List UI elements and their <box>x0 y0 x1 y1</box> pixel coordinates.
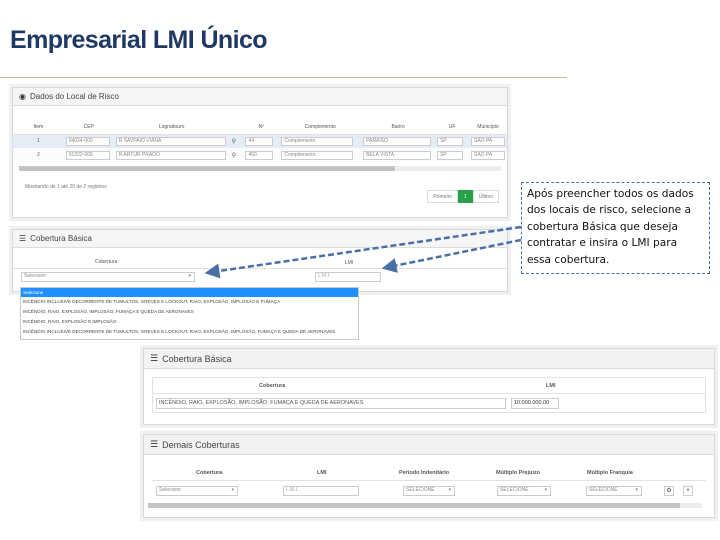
chevron-down-icon: ▾ <box>635 487 638 493</box>
risk-location-panel: ◉ Dados do Local de Risco Item CEP Logra… <box>12 87 508 218</box>
table-row[interactable]: 2 01322-000 R ARTUR PRADO ⚲ 450 Compleme… <box>13 148 507 162</box>
binoculars-icon: ◉ <box>19 92 26 101</box>
other-cobertura-select[interactable]: Selecione ▾ <box>156 486 238 496</box>
other-cobertura-select-value: Selecione <box>159 487 181 493</box>
cobertura-select-value: Selecione <box>24 273 46 279</box>
lmi-input[interactable]: L.M.I <box>315 272 381 282</box>
list-icon: ☰ <box>150 439 159 450</box>
cobertura-dropdown-list: Selecione INCÊNDIO INCLUSIVE DECORRENTE … <box>20 287 359 340</box>
franquia-select-value: SELECIONE <box>589 487 618 493</box>
cep-input[interactable]: 04024-000 <box>65 136 110 146</box>
other-lmi-input[interactable]: L.M.I. <box>283 486 359 496</box>
complemento-input[interactable]: Complemento <box>281 136 354 146</box>
column-header-numero: Nº <box>243 121 280 135</box>
column-header-municipio: Município <box>469 121 507 135</box>
column-header-cep: CEP <box>63 121 114 135</box>
other-coverages-panel-header: ☰ Demais Coberturas <box>144 435 714 455</box>
gear-icon[interactable]: ⚙ <box>664 486 674 496</box>
cobertura-field[interactable]: INCÊNDIO, RAIO, EXPLOSÃO, IMPLOSÃO, FUMA… <box>156 398 506 409</box>
pagination: Primeiro 1 Último <box>427 190 499 203</box>
basic-coverage-panel-title: Cobertura Básica <box>30 234 92 243</box>
cobertura-select[interactable]: Selecione ▾ <box>21 272 195 282</box>
column-header-cobertura: Cobertura <box>259 383 286 389</box>
dropdown-option[interactable]: INCÊNDIO INCLUSIVE DECORRENTE DE TUMULTO… <box>21 297 358 307</box>
pagination-first[interactable]: Primeiro <box>427 190 459 203</box>
dropdown-option[interactable]: Selecione <box>21 288 358 297</box>
uf-select[interactable]: SP <box>437 136 464 146</box>
numero-input[interactable]: 450 <box>245 150 274 160</box>
horizontal-scrollbar[interactable] <box>19 166 501 171</box>
basic-coverage-panel-title: Cobertura Básica <box>162 353 232 364</box>
risk-location-panel-title: Dados do Local de Risco <box>29 92 119 101</box>
add-icon[interactable]: + <box>683 486 693 496</box>
instruction-callout: Após preencher todos os dados dos locais… <box>521 182 710 274</box>
basic-coverage-panel-header: ☰ Cobertura Básica <box>13 230 507 248</box>
dropdown-option[interactable]: INCÊNDIO INCLUSIVE DECORRENTE DE TUMULTO… <box>21 327 358 337</box>
column-header-periodo: Período Indenitário <box>399 470 450 476</box>
logradouro-input[interactable]: R ARTUR PRADO <box>115 150 226 160</box>
complemento-input[interactable]: Complemento <box>281 150 354 160</box>
slide-title: Empresarial LMI Único <box>10 26 268 54</box>
horizontal-scrollbar[interactable] <box>148 503 702 508</box>
column-header-cobertura: Cobertura <box>95 259 118 265</box>
prejuizo-select-value: SELECIONE <box>500 487 529 493</box>
column-header-complemento: Complemento <box>279 121 362 135</box>
dropdown-option[interactable]: INCÊNDIO, RAIO, EXPLOSÃO E IMPLOSÃO <box>21 317 358 327</box>
periodo-select[interactable]: SELECIONE ▾ <box>403 486 455 496</box>
scrollbar-thumb[interactable] <box>19 166 395 171</box>
chevron-down-icon: ▾ <box>448 487 451 493</box>
item-cell: 1 <box>13 134 64 148</box>
basic-coverage-panel-header: ☰ Cobertura Básica <box>144 349 714 369</box>
pagination-page[interactable]: 1 <box>458 190 473 203</box>
chevron-down-icon: ▾ <box>188 273 191 279</box>
chevron-down-icon: ▾ <box>544 487 547 493</box>
chevron-down-icon: ▾ <box>231 487 234 493</box>
periodo-select-value: SELECIONE <box>406 487 435 493</box>
column-header-prejuizo: Múltiplo Prejuízo <box>496 470 540 476</box>
municipio-select[interactable]: SAO PA <box>471 150 505 160</box>
column-header-search <box>229 121 244 135</box>
column-header-franquia: Múltiplo Franquia <box>587 470 633 476</box>
scrollbar-thumb[interactable] <box>148 503 680 508</box>
logradouro-input[interactable]: R SAVPAIO VIANA <box>115 136 226 146</box>
column-header-bairro: Bairro <box>361 121 436 135</box>
item-cell: 2 <box>13 148 64 162</box>
numero-input[interactable]: 44 <box>245 136 274 146</box>
column-header-lmi: LMI <box>546 383 556 389</box>
records-info: Mostrando de 1 até 20 de 2 registros <box>25 184 107 190</box>
basic-coverage-panel: ☰ Cobertura Básica Cobertura LMI INCÊNDI… <box>143 348 715 425</box>
search-icon[interactable]: ⚲ <box>232 138 236 145</box>
basic-coverage-panel-small: ☰ Cobertura Básica Cobertura LMI Selecio… <box>12 229 508 292</box>
other-coverages-panel: ☰ Demais Coberturas Cobertura LMI Períod… <box>143 434 715 518</box>
lmi-field[interactable]: 10.000.000,00 <box>511 398 559 409</box>
risk-location-panel-header: ◉ Dados do Local de Risco <box>13 88 507 106</box>
search-icon[interactable]: ⚲ <box>232 152 236 159</box>
column-header-uf: UF <box>435 121 469 135</box>
risk-location-table: Item CEP Logradouro Nº Complemento Bairr… <box>13 121 507 162</box>
dropdown-option[interactable]: INCÊNDIO, RAIO, EXPLOSÃO, IMPLOSÃO, FUMA… <box>21 307 358 317</box>
other-coverages-panel-title: Demais Coberturas <box>162 439 240 450</box>
list-icon: ☰ <box>150 353 159 364</box>
column-header-logradouro: Logradouro <box>113 121 230 135</box>
instruction-text: Após preencher todos os dados dos locais… <box>527 188 694 266</box>
franquia-select[interactable]: SELECIONE ▾ <box>586 486 642 496</box>
municipio-select[interactable]: SAO PA <box>471 136 505 146</box>
list-icon: ☰ <box>19 234 27 243</box>
pagination-last[interactable]: Último <box>472 190 499 203</box>
column-header-item: Item <box>13 121 64 135</box>
column-header-cobertura: Cobertura <box>196 470 223 476</box>
cep-input[interactable]: 01322-000 <box>65 150 110 160</box>
table-row[interactable]: 1 04024-000 R SAVPAIO VIANA ⚲ 44 Complem… <box>13 134 507 148</box>
bairro-input[interactable]: PARAISO <box>363 136 432 146</box>
uf-select[interactable]: SP <box>437 150 464 160</box>
column-header-lmi: LMI <box>345 260 354 266</box>
column-header-lmi: LMI <box>317 470 327 476</box>
bairro-input[interactable]: BELA VISTA <box>363 150 432 160</box>
prejuizo-select[interactable]: SELECIONE ▾ <box>497 486 551 496</box>
title-divider <box>0 77 567 78</box>
